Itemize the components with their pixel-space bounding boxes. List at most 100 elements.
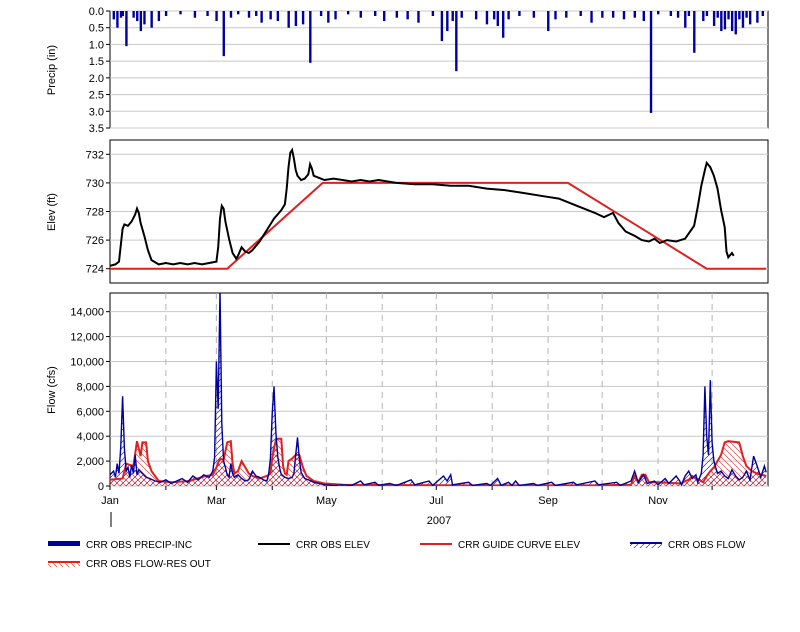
x-tick-label: Sep xyxy=(538,495,558,507)
chart-canvas: 0.0 0.5 1.0 1.5 2.0 2.5 3.0 3.5 Precip (in) 724… xyxy=(46,6,769,570)
precip-bar xyxy=(684,11,687,28)
elev-y-ticks: 724 726 728 730 732 xyxy=(86,149,110,276)
y-tick-label: 0.0 xyxy=(89,6,104,18)
y-tick-label: 1.0 xyxy=(89,39,104,51)
precip-bar xyxy=(730,11,734,32)
precip-bar xyxy=(255,11,258,17)
precip-bar xyxy=(374,11,377,17)
y-tick-label: 1.5 xyxy=(89,56,104,68)
precip-bar xyxy=(693,11,696,53)
precip-bar xyxy=(716,11,719,18)
legend-label: CRR OBS PRECIP-INC xyxy=(86,540,192,551)
legend-swatch xyxy=(48,541,80,546)
precip-bar xyxy=(492,11,496,20)
precip-bar xyxy=(301,11,305,25)
precip-bar xyxy=(222,11,225,57)
y-tick-label: 2,000 xyxy=(76,456,104,468)
precip-bar xyxy=(601,11,604,18)
flow-panel: 02,0004,0006,0008,00010,00012,00014,000 … xyxy=(46,292,769,527)
precip-y-axis-label: Precip (in) xyxy=(46,45,58,95)
precip-bar xyxy=(649,11,653,113)
y-tick-label: 4,000 xyxy=(76,431,104,443)
precip-bar xyxy=(633,11,636,18)
precip-bar xyxy=(179,11,182,15)
legend-item: CRR OBS ELEV xyxy=(258,540,370,551)
legend-item: CRR OBS PRECIP-INC xyxy=(48,540,192,551)
precip-y-ticks: 0.0 0.5 1.0 1.5 2.0 2.5 3.0 3.5 xyxy=(89,6,110,135)
precip-bar xyxy=(734,11,737,35)
precip-bar xyxy=(157,11,161,22)
precip-bar xyxy=(260,11,263,23)
precip-bar xyxy=(748,11,752,25)
precip-bar xyxy=(121,11,125,17)
precip-bar xyxy=(745,11,748,18)
y-tick-label: 2.5 xyxy=(89,90,104,102)
y-tick-label: 726 xyxy=(86,235,104,247)
precip-bar xyxy=(193,11,197,18)
legend-item: CRR OBS FLOW xyxy=(630,540,746,551)
flow-plot-area xyxy=(109,292,769,487)
y-tick-label: 730 xyxy=(86,178,104,190)
precip-bar xyxy=(112,11,116,20)
y-tick-label: 0.5 xyxy=(89,23,104,35)
precip-bar xyxy=(383,11,386,22)
precip-bar xyxy=(294,11,298,27)
precip-bar xyxy=(485,11,489,25)
precip-bar xyxy=(622,11,626,20)
precip-bar xyxy=(460,11,463,18)
y-tick-label: 724 xyxy=(86,264,104,276)
precip-bar xyxy=(712,11,716,27)
precip-bar xyxy=(440,11,444,42)
y-tick-label: 0 xyxy=(98,481,104,493)
precip-bar xyxy=(136,11,139,22)
x-tick-label: Jan xyxy=(101,495,119,507)
legend-label: CRR OBS FLOW-RES OUT xyxy=(86,559,211,570)
precip-bar xyxy=(496,11,499,27)
precip-bar xyxy=(676,11,680,18)
precip-bar xyxy=(554,11,557,20)
precip-bar xyxy=(406,11,409,20)
precip-bar xyxy=(702,11,705,22)
x-axis-year-label: 2007 xyxy=(427,515,451,527)
precip-bar xyxy=(446,11,449,32)
precip-bar xyxy=(164,11,168,17)
precip-bar xyxy=(705,11,709,17)
legend-label: CRR OBS FLOW xyxy=(668,540,746,551)
elev-panel: 724 726 728 730 732 Elev (ft) xyxy=(46,139,769,284)
x-tick-label: Jul xyxy=(429,495,443,507)
precip-bar xyxy=(143,11,146,25)
precip-bar xyxy=(590,11,593,23)
elev-y-axis-label: Elev (ft) xyxy=(46,193,58,231)
precip-bar xyxy=(501,11,505,38)
precip-bar xyxy=(451,11,454,22)
precip-bar xyxy=(756,11,759,23)
y-tick-label: 728 xyxy=(86,207,104,219)
precip-bar xyxy=(455,11,458,72)
precip-bar xyxy=(359,11,362,18)
precip-bar xyxy=(611,11,615,18)
precip-bar xyxy=(761,11,764,17)
precip-bar xyxy=(738,11,741,20)
y-tick-label: 10,000 xyxy=(70,356,104,368)
flow-x-ticks: Jan Mar May Jul Sep Nov xyxy=(101,486,713,507)
y-tick-label: 2.0 xyxy=(89,73,104,85)
precip-bar xyxy=(327,11,330,23)
precip-bar xyxy=(150,11,153,28)
precip-bar xyxy=(532,11,536,18)
precip-bar xyxy=(565,11,568,18)
precip-bar xyxy=(116,11,119,28)
y-tick-label: 3.5 xyxy=(89,123,104,135)
precip-bar xyxy=(723,11,727,30)
precip-bar xyxy=(657,11,660,15)
precip-bar xyxy=(139,11,143,32)
precip-bar xyxy=(395,11,399,18)
y-tick-label: 6,000 xyxy=(76,406,104,418)
precip-panel: 0.0 0.5 1.0 1.5 2.0 2.5 3.0 3.5 Precip (in) xyxy=(46,6,769,135)
precip-bar xyxy=(229,11,233,18)
precip-bar xyxy=(236,11,240,15)
precip-bar xyxy=(727,11,730,20)
chart-figure: 0.0 0.5 1.0 1.5 2.0 2.5 3.0 3.5 Precip (in) 724… xyxy=(0,0,800,627)
y-tick-label: 8,000 xyxy=(76,381,104,393)
flow-y-ticks: 0 2,000 4,000 6,000 8,000 10,000 12,000 14,000 xyxy=(70,307,110,493)
precip-bar xyxy=(474,11,478,20)
